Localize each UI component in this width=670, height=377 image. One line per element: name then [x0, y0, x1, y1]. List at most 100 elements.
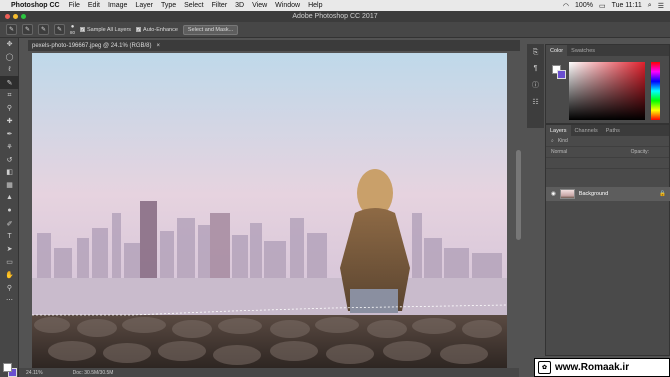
opacity-label: Opacity:: [630, 149, 649, 155]
blend-row: Normal Opacity:: [546, 147, 669, 158]
new-selection-icon[interactable]: ✎: [22, 24, 33, 35]
gradient-tool-icon[interactable]: ▦: [0, 179, 19, 192]
shape-tool-icon[interactable]: ▭: [0, 256, 19, 269]
type-tool-icon[interactable]: T: [0, 230, 19, 243]
menu-image[interactable]: Image: [108, 2, 127, 9]
search-icon: ⌕: [551, 138, 554, 144]
battery-icon[interactable]: ▭: [599, 2, 606, 10]
brush-size-picker[interactable]: ● 80: [70, 24, 76, 35]
foreground-color-swatch[interactable]: [3, 363, 12, 372]
tab-color[interactable]: Color: [546, 45, 568, 56]
clone-stamp-tool-icon[interactable]: ⚘: [0, 140, 19, 153]
history-brush-tool-icon[interactable]: ↺: [0, 153, 19, 166]
hue-slider[interactable]: [651, 62, 660, 120]
menu-file[interactable]: File: [69, 2, 80, 9]
layers-panel-tabs: Layers Channels Paths: [546, 125, 669, 136]
photo: [32, 53, 507, 368]
eraser-tool-icon[interactable]: ◧: [0, 166, 19, 179]
lock-icon[interactable]: 🔒: [659, 191, 670, 197]
vertical-scrollbar[interactable]: [516, 150, 521, 240]
wifi-icon[interactable]: ◠: [563, 2, 569, 10]
tab-layers[interactable]: Layers: [546, 125, 571, 136]
sample-all-layers-label: Sample All Layers: [87, 26, 132, 33]
checkbox-checked-icon: ✓: [80, 27, 86, 32]
layer-row-background[interactable]: ◉ Background 🔒: [546, 187, 670, 201]
notification-icon[interactable]: ☰: [658, 2, 664, 10]
document-tab[interactable]: pexels-photo-196667.jpeg @ 24.1% (RGB/8)…: [28, 40, 520, 51]
sample-all-layers-checkbox[interactable]: ✓ Sample All Layers: [80, 27, 131, 33]
document-canvas[interactable]: [32, 53, 507, 368]
eyedropper-tool-icon[interactable]: ⚲: [0, 102, 19, 115]
menu-layer[interactable]: Layer: [135, 2, 153, 9]
brush-tool-icon[interactable]: ✒: [0, 128, 19, 141]
status-bar: 24.11% Doc: 30.5M/30.5M: [19, 368, 519, 377]
clock[interactable]: Tue 11:11: [612, 2, 642, 9]
history-icon[interactable]: ⎘: [533, 49, 539, 57]
move-tool-icon[interactable]: ✥: [0, 38, 19, 51]
blur-tool-icon[interactable]: ▲: [0, 192, 19, 205]
hand-tool-icon[interactable]: ✋: [0, 268, 19, 281]
select-and-mask-button[interactable]: Select and Mask...: [182, 24, 239, 35]
layer-thumbnail: [559, 189, 575, 199]
path-selection-tool-icon[interactable]: ➤: [0, 243, 19, 256]
color-field[interactable]: [569, 62, 645, 120]
layer-filter-row: ⌕ Kind: [546, 136, 669, 147]
window-title: Adobe Photoshop CC 2017: [292, 13, 378, 20]
lasso-tool-icon[interactable]: ℓ: [0, 64, 19, 77]
zoom-tool-icon[interactable]: ⚲: [0, 281, 19, 294]
options-bar: ✎ ✎ ✎ ✎ ● 80 ✓ Sample All Layers ✓ Auto-…: [0, 22, 670, 38]
menu-select[interactable]: Select: [184, 2, 203, 9]
more-tools-icon[interactable]: ⋯: [0, 294, 19, 307]
brush-settings-icon[interactable]: ¶: [534, 65, 538, 72]
close-icon[interactable]: [5, 14, 10, 19]
panel-background-swatch[interactable]: [557, 70, 566, 79]
healing-brush-tool-icon[interactable]: ✚: [0, 115, 19, 128]
search-icon[interactable]: ⌕: [648, 2, 652, 10]
watermark-logo-icon: ✿: [538, 361, 551, 374]
tab-channels[interactable]: Channels: [571, 125, 602, 136]
auto-enhance-checkbox[interactable]: ✓ Auto-Enhance: [136, 27, 178, 33]
menu-3d[interactable]: 3D: [235, 2, 244, 9]
properties-icon[interactable]: ☷: [532, 98, 538, 106]
tools-panel: ✥ ◯ ℓ ✎ ⌗ ⚲ ✚ ✒ ⚘ ↺ ◧ ▦ ▲ ● ✐ T ➤ ▭ ✋ ⚲ …: [0, 38, 19, 377]
layer-name: Background: [578, 191, 609, 197]
menu-window[interactable]: Window: [275, 2, 300, 9]
color-chips[interactable]: [3, 363, 17, 377]
blend-mode-select[interactable]: Normal: [551, 149, 567, 155]
window-titlebar: Adobe Photoshop CC 2017: [0, 11, 670, 22]
color-panel: Color Swatches: [545, 44, 670, 124]
lock-row: [546, 158, 669, 169]
quick-selection-tool-icon[interactable]: ✎: [0, 76, 19, 90]
maximize-icon[interactable]: [21, 14, 26, 19]
document-tab-title: pexels-photo-196667.jpeg @ 24.1% (RGB/8): [32, 42, 152, 49]
add-to-selection-icon[interactable]: ✎: [38, 24, 49, 35]
menu-help[interactable]: Help: [308, 2, 322, 9]
pen-tool-icon[interactable]: ✐: [0, 217, 19, 230]
app-menu[interactable]: Photoshop CC: [11, 2, 60, 9]
marquee-tool-icon[interactable]: ◯: [0, 51, 19, 64]
rock-wall: [32, 315, 507, 368]
doc-size[interactable]: Doc: 30.5M/30.5M: [73, 370, 114, 376]
info-icon[interactable]: ⓘ: [532, 80, 539, 90]
dodge-tool-icon[interactable]: ●: [0, 204, 19, 217]
menu-type[interactable]: Type: [161, 2, 176, 9]
window-controls: [5, 14, 26, 19]
tab-paths[interactable]: Paths: [602, 125, 624, 136]
checkbox-checked-icon: ✓: [136, 27, 142, 32]
zoom-level[interactable]: 24.11%: [26, 370, 43, 376]
crop-tool-icon[interactable]: ⌗: [0, 89, 19, 102]
kind-filter-select[interactable]: Kind: [558, 138, 568, 144]
document-close-icon[interactable]: ×: [157, 43, 161, 49]
quick-selection-preset-icon[interactable]: ✎: [6, 24, 17, 35]
minimize-icon[interactable]: [13, 14, 18, 19]
visibility-eye-icon[interactable]: ◉: [551, 191, 556, 197]
tab-swatches[interactable]: Swatches: [567, 45, 599, 56]
auto-enhance-label: Auto-Enhance: [143, 26, 178, 33]
menu-edit[interactable]: Edit: [88, 2, 100, 9]
brush-size: 80: [70, 29, 76, 35]
watermark: ✿ www.Romaak.ir: [534, 358, 670, 377]
menu-view[interactable]: View: [252, 2, 267, 9]
menu-filter[interactable]: Filter: [212, 2, 228, 9]
menu-bar: Photoshop CC File Edit Image Layer Type …: [0, 0, 670, 11]
subtract-selection-icon[interactable]: ✎: [54, 24, 65, 35]
